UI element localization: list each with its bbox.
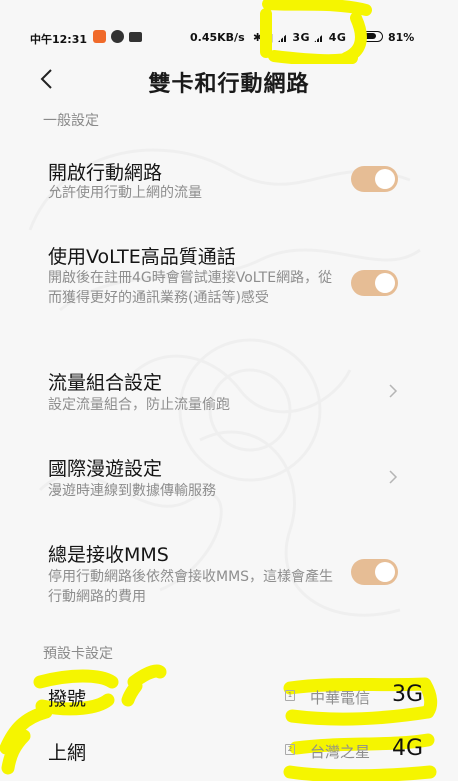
- status-time: 中午12:31: [30, 33, 88, 46]
- chevron-right-icon: [389, 384, 398, 398]
- setting-mobile-data[interactable]: 開啟行動網路 允許使用行動上網的流量: [0, 150, 458, 210]
- network-type-1: 3G: [292, 31, 310, 44]
- data-network-type: 4G: [392, 736, 424, 761]
- data-carrier: 台灣之星: [310, 743, 371, 761]
- default-data-row[interactable]: 上網 2 台灣之星 4G: [0, 728, 458, 778]
- sim-slot-icon: 1: [285, 690, 295, 701]
- setting-title: 總是接收MMS: [48, 544, 169, 566]
- header: 雙卡和行動網路: [0, 58, 458, 102]
- dial-carrier: 中華電信: [310, 689, 371, 707]
- setting-title: 開啟行動網路: [48, 162, 163, 184]
- setting-title: 國際漫遊設定: [48, 458, 163, 480]
- setting-desc: 漫遊時連線到數據傳輸服務: [48, 483, 216, 499]
- setting-title: 流量組合設定: [48, 372, 163, 394]
- network-speed: 0.45KB/s: [190, 31, 245, 44]
- setting-always-mms[interactable]: 總是接收MMS 停用行動網路後依然會接收MMS，這樣會產生行動網路的費用: [0, 534, 458, 614]
- chat-notification-icon: [111, 30, 124, 43]
- setting-desc: 停用行動網路後依然會接收MMS，這樣會產生行動網路的費用: [48, 569, 334, 605]
- mobile-data-toggle[interactable]: [351, 166, 398, 192]
- sim-slot-icon: 2: [285, 744, 295, 755]
- app-notification-icon: [93, 30, 106, 43]
- toggle-knob: [375, 169, 395, 189]
- setting-desc: 設定流量組合，防止流量偷跑: [48, 397, 230, 413]
- network-indicators: ✱ ▯ 3G 4G: [253, 31, 346, 44]
- setting-desc: 允許使用行動上網的流量: [48, 185, 202, 201]
- mms-toggle[interactable]: [351, 559, 398, 585]
- default-dial-row[interactable]: 撥號 1 中華電信 3G: [0, 672, 458, 722]
- vibrate-icon: ▯: [267, 31, 274, 44]
- battery-icon: [358, 31, 383, 42]
- status-bar: 中午12:31 0.45KB/s ✱ ▯ 3G 4G 81%: [0, 0, 458, 50]
- signal-icon-2: [314, 33, 325, 42]
- toggle-knob: [375, 562, 395, 582]
- page-title: 雙卡和行動網路: [148, 72, 310, 97]
- section-default-card-label: 預設卡設定: [43, 646, 113, 662]
- setting-roaming[interactable]: 國際漫遊設定 漫遊時連線到數據傳輸服務: [0, 448, 458, 508]
- setting-title: 使用VoLTE高品質通話: [48, 246, 236, 268]
- toggle-knob: [375, 273, 395, 293]
- chevron-right-icon: [389, 470, 398, 484]
- setting-desc: 開啟後在註冊4G時會嘗試連接VoLTE網路，從而獲得更好的通訊業務(通話等)感受: [48, 270, 333, 306]
- bluetooth-icon: ✱: [253, 31, 263, 44]
- setting-data-combo[interactable]: 流量組合設定 設定流量組合，防止流量偷跑: [0, 362, 458, 422]
- dial-network-type: 3G: [392, 682, 424, 707]
- signal-icon: [277, 33, 288, 42]
- dial-label: 撥號: [48, 688, 87, 710]
- video-notification-icon: [129, 32, 142, 42]
- setting-volte[interactable]: 使用VoLTE高品質通話 開啟後在註冊4G時會嘗試連接VoLTE網路，從而獲得更…: [0, 234, 458, 330]
- section-general-label: 一般設定: [43, 113, 99, 129]
- network-type-2: 4G: [328, 31, 347, 44]
- volte-toggle[interactable]: [351, 270, 398, 296]
- battery-percent: 81%: [388, 31, 415, 44]
- data-label: 上網: [48, 742, 87, 764]
